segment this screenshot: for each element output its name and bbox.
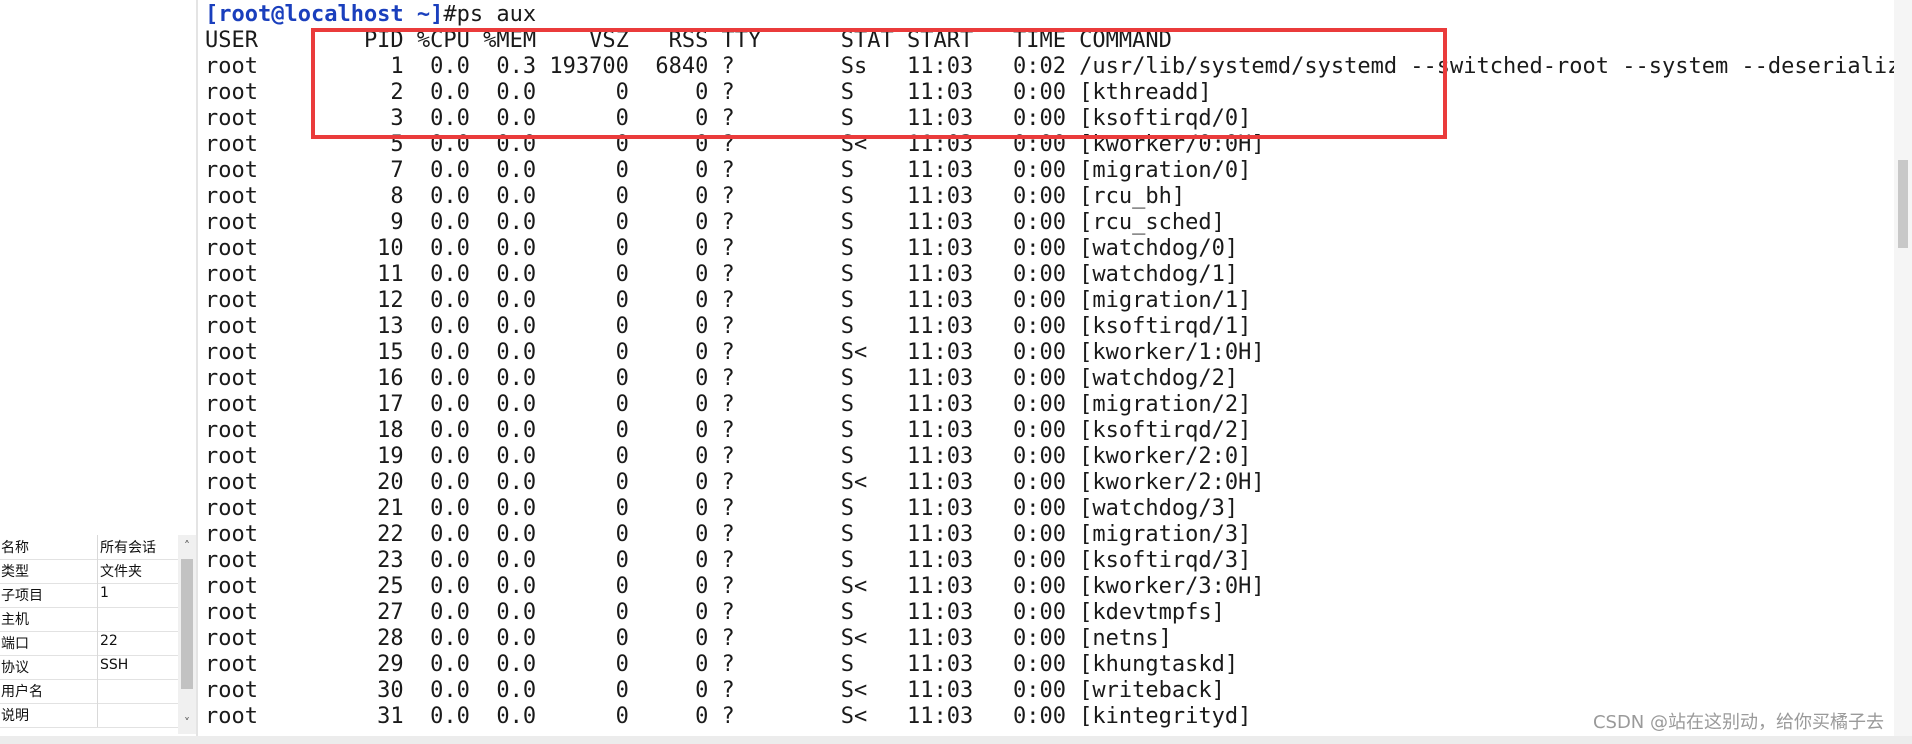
process-row: root 20 0.0 0.0 0 0 ? S< 11:03 0:00 [kwo… [205,470,1265,495]
prompt-symbol: # [443,2,457,27]
property-row[interactable]: 端口 22 [0,631,178,656]
session-sidebar: 名称 所有会话类型 文件夹子项目 1 主机端口 22 协议 SSH 用户名说明 ˄ ˅ [0,0,198,744]
property-key: 协议 [1,660,29,676]
process-row: root 12 0.0 0.0 0 0 ? S 11:03 0:00 [migr… [205,288,1252,313]
terminal-output[interactable]: [root@localhost ~]#ps aux USER PID %CPU … [205,0,1912,744]
prompt-line: [root@localhost ~]#ps aux [205,2,536,28]
property-value: SSH [100,657,129,673]
highlight-box [311,28,1447,139]
property-key: 类型 [1,564,29,580]
property-row[interactable]: 类型 文件夹 [0,559,178,584]
process-row: root 15 0.0 0.0 0 0 ? S< 11:03 0:00 [kwo… [205,340,1265,365]
process-row: root 10 0.0 0.0 0 0 ? S 11:03 0:00 [watc… [205,236,1239,261]
process-row: root 29 0.0 0.0 0 0 ? S 11:03 0:00 [khun… [205,652,1239,677]
property-row[interactable]: 协议 SSH [0,655,178,680]
column-divider [97,679,98,703]
prompt-user-host: [root@localhost ~] [205,2,444,27]
process-row: root 11 0.0 0.0 0 0 ? S 11:03 0:00 [watc… [205,262,1239,287]
process-row: root 21 0.0 0.0 0 0 ? S 11:03 0:00 [watc… [205,496,1239,521]
column-divider [97,559,98,583]
scrollbar-thumb[interactable] [1898,160,1908,248]
session-properties-table: 名称 所有会话类型 文件夹子项目 1 主机端口 22 协议 SSH 用户名说明 [0,535,196,734]
property-key: 主机 [1,612,29,628]
process-row: root 22 0.0 0.0 0 0 ? S 11:03 0:00 [migr… [205,522,1252,547]
column-divider [97,631,98,655]
process-row: root 7 0.0 0.0 0 0 ? S 11:03 0:00 [migra… [205,158,1252,183]
properties-scrollbar[interactable]: ˄ ˅ [178,535,196,734]
property-row[interactable]: 名称 所有会话 [0,535,178,560]
process-row: root 27 0.0 0.0 0 0 ? S 11:03 0:00 [kdev… [205,600,1225,625]
property-key: 端口 [1,636,29,652]
property-key: 子项目 [1,588,43,604]
process-row: root 13 0.0 0.0 0 0 ? S 11:03 0:00 [ksof… [205,314,1252,339]
status-strip [0,736,1912,744]
property-value: 文件夹 [100,564,142,580]
watermark: CSDN @站在这别动，给你买橘子去 [1592,712,1884,733]
property-key: 名称 [1,540,29,556]
scroll-up-icon[interactable]: ˄ [178,537,196,555]
process-row: root 9 0.0 0.0 0 0 ? S 11:03 0:00 [rcu_s… [205,210,1225,235]
process-row: root 25 0.0 0.0 0 0 ? S< 11:03 0:00 [kwo… [205,574,1265,599]
property-value: 所有会话 [100,540,156,556]
typed-command: ps aux [456,2,537,27]
process-row: root 17 0.0 0.0 0 0 ? S 11:03 0:00 [migr… [205,392,1252,417]
scrollbar-thumb[interactable] [181,559,193,689]
column-divider [97,535,98,559]
column-divider [97,655,98,679]
property-value: 22 [100,633,118,649]
process-row: root 8 0.0 0.0 0 0 ? S 11:03 0:00 [rcu_b… [205,184,1186,209]
process-row: root 30 0.0 0.0 0 0 ? S< 11:03 0:00 [wri… [205,678,1225,703]
process-row: root 28 0.0 0.0 0 0 ? S< 11:03 0:00 [net… [205,626,1172,651]
property-row[interactable]: 主机 [0,607,178,632]
process-row: root 19 0.0 0.0 0 0 ? S 11:03 0:00 [kwor… [205,444,1252,469]
terminal-scrollbar[interactable] [1894,0,1912,744]
process-row: root 23 0.0 0.0 0 0 ? S 11:03 0:00 [ksof… [205,548,1252,573]
process-row: root 31 0.0 0.0 0 0 ? S< 11:03 0:00 [kin… [205,704,1252,729]
process-row: root 18 0.0 0.0 0 0 ? S 11:03 0:00 [ksof… [205,418,1252,443]
property-value: 1 [100,585,109,601]
column-divider [97,583,98,607]
process-row: root 16 0.0 0.0 0 0 ? S 11:03 0:00 [watc… [205,366,1239,391]
scroll-down-icon[interactable]: ˅ [178,714,196,732]
column-divider [97,607,98,631]
property-row[interactable]: 用户名 [0,679,178,704]
property-key: 用户名 [1,684,43,700]
property-row[interactable]: 子项目 1 [0,583,178,608]
column-divider [97,703,98,727]
property-key: 说明 [1,708,29,724]
property-row[interactable]: 说明 [0,703,178,728]
